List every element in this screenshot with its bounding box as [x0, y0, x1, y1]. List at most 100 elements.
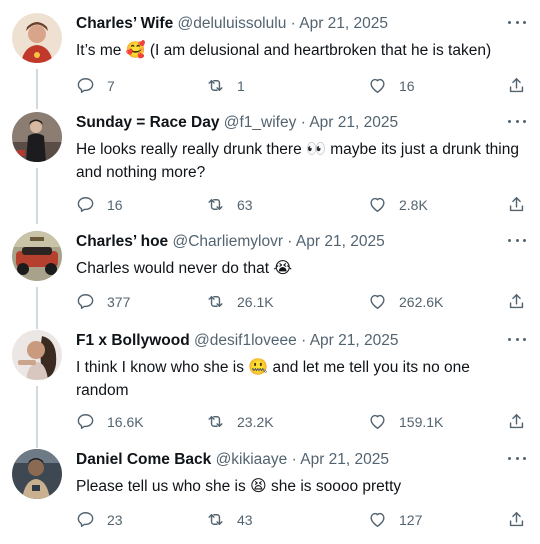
action-bar: 377 26.1K 262.6K	[76, 292, 526, 314]
retweet-count: 23.2K	[237, 413, 274, 430]
like-count: 16	[399, 77, 415, 94]
emoji: 😫	[250, 476, 267, 495]
timestamp[interactable]: Apr 21, 2025	[300, 451, 389, 468]
display-name[interactable]: F1 x Bollywood	[76, 332, 190, 349]
tweet-text: It’s me 🥰 (I am delusional and heartbrok…	[76, 40, 492, 59]
reply-button[interactable]: 23	[76, 510, 123, 529]
reply-icon	[77, 294, 94, 309]
tweet-text: He looks really really drunk there 👀 may…	[76, 139, 519, 181]
heart-icon	[370, 197, 385, 212]
retweet-button[interactable]: 26.1K	[206, 292, 274, 311]
share-icon	[509, 78, 524, 93]
avatar[interactable]	[12, 231, 62, 281]
more-options-icon[interactable]	[508, 235, 526, 245]
emoji: 🤐	[248, 357, 269, 376]
action-bar: 16.6K 23.2K 159.1K	[76, 412, 526, 434]
share-button[interactable]	[507, 412, 526, 431]
reply-button[interactable]: 16	[76, 195, 123, 214]
action-bar: 16 63 2.8K	[76, 195, 526, 217]
timestamp[interactable]: Apr 21, 2025	[296, 233, 385, 250]
like-count: 262.6K	[399, 293, 444, 310]
reply-count: 23	[107, 511, 123, 528]
more-options-icon[interactable]	[508, 453, 526, 463]
share-button[interactable]	[507, 195, 526, 214]
retweet-button[interactable]: 23.2K	[206, 412, 274, 431]
like-button[interactable]: 262.6K	[368, 292, 443, 311]
retweet-count: 43	[237, 511, 253, 528]
avatar[interactable]	[12, 449, 62, 499]
reply-button[interactable]: 377	[76, 292, 130, 311]
emoji: 👀	[306, 139, 326, 158]
separator: ·	[290, 15, 296, 32]
reply-count: 377	[107, 293, 131, 310]
retweet-icon	[208, 80, 223, 91]
handle[interactable]: @desif1loveee	[194, 332, 297, 349]
retweet-count: 26.1K	[237, 293, 274, 310]
reply-button[interactable]: 7	[76, 76, 115, 95]
tweet-header: Sunday = Race Day @f1_wifey · Apr 21, 20…	[76, 112, 492, 134]
avatar[interactable]	[12, 13, 62, 63]
more-options-icon[interactable]	[508, 116, 526, 126]
tweet-header: Charles’ Wife @deluluissolulu · Apr 21, …	[76, 13, 492, 35]
thread-line	[36, 168, 38, 224]
share-icon	[509, 294, 524, 309]
display-name[interactable]: Sunday = Race Day	[76, 114, 219, 131]
retweet-button[interactable]: 63	[206, 195, 253, 214]
like-count: 127	[399, 511, 423, 528]
thread-line	[36, 386, 38, 448]
avatar[interactable]	[12, 330, 62, 380]
like-count: 2.8K	[399, 196, 428, 213]
reply-icon	[77, 512, 94, 527]
action-bar: 23 43 127	[76, 510, 526, 532]
reply-count: 16.6K	[107, 413, 144, 430]
retweet-count: 63	[237, 196, 253, 213]
separator: ·	[301, 332, 307, 349]
share-button[interactable]	[507, 292, 526, 311]
handle[interactable]: @kikiaaye	[216, 451, 288, 468]
retweet-count: 1	[237, 77, 245, 94]
handle[interactable]: @Charliemylovr	[173, 233, 283, 250]
like-button[interactable]: 2.8K	[368, 195, 428, 214]
reply-thread: Charles’ Wife @deluluissolulu · Apr 21, …	[0, 0, 540, 544]
tweet-text: Please tell us who she is 😫 she is soooo…	[76, 476, 402, 495]
tweet-header: F1 x Bollywood @desif1loveee · Apr 21, 2…	[76, 330, 492, 352]
share-button[interactable]	[507, 510, 526, 529]
thread-line	[36, 287, 38, 329]
like-button[interactable]: 127	[368, 510, 422, 529]
retweet-icon	[208, 296, 223, 307]
tweet-text: I think I know who she is 🤐 and let me t…	[76, 357, 470, 399]
timestamp[interactable]: Apr 21, 2025	[309, 114, 398, 131]
separator: ·	[300, 114, 306, 131]
retweet-icon	[208, 199, 223, 210]
action-bar: 7 1 16	[76, 76, 526, 98]
retweet-icon	[208, 416, 223, 427]
share-button[interactable]	[507, 76, 526, 95]
handle[interactable]: @f1_wifey	[224, 114, 297, 131]
avatar[interactable]	[12, 112, 62, 162]
display-name[interactable]: Daniel Come Back	[76, 451, 211, 468]
share-icon	[509, 197, 524, 212]
share-icon	[509, 414, 524, 429]
retweet-button[interactable]: 1	[206, 76, 245, 95]
retweet-icon	[208, 514, 223, 525]
reply-icon	[77, 414, 94, 429]
handle[interactable]: @deluluissolulu	[178, 15, 287, 32]
like-button[interactable]: 159.1K	[368, 412, 443, 431]
more-options-icon[interactable]	[508, 334, 526, 344]
retweet-button[interactable]: 43	[206, 510, 253, 529]
more-options-icon[interactable]	[508, 17, 526, 27]
tweet-text: Charles would never do that 😭	[76, 258, 293, 277]
reply-icon	[77, 78, 94, 93]
tweet-header: Charles’ hoe @Charliemylovr · Apr 21, 20…	[76, 231, 492, 253]
reply-count: 16	[107, 196, 123, 213]
reply-count: 7	[107, 77, 115, 94]
display-name[interactable]: Charles’ Wife	[76, 15, 173, 32]
timestamp[interactable]: Apr 21, 2025	[310, 332, 399, 349]
display-name[interactable]: Charles’ hoe	[76, 233, 168, 250]
like-button[interactable]: 16	[368, 76, 415, 95]
reply-button[interactable]: 16.6K	[76, 412, 144, 431]
like-count: 159.1K	[399, 413, 444, 430]
timestamp[interactable]: Apr 21, 2025	[299, 15, 388, 32]
thread-line	[36, 69, 38, 109]
emoji: 🥰	[125, 40, 146, 59]
